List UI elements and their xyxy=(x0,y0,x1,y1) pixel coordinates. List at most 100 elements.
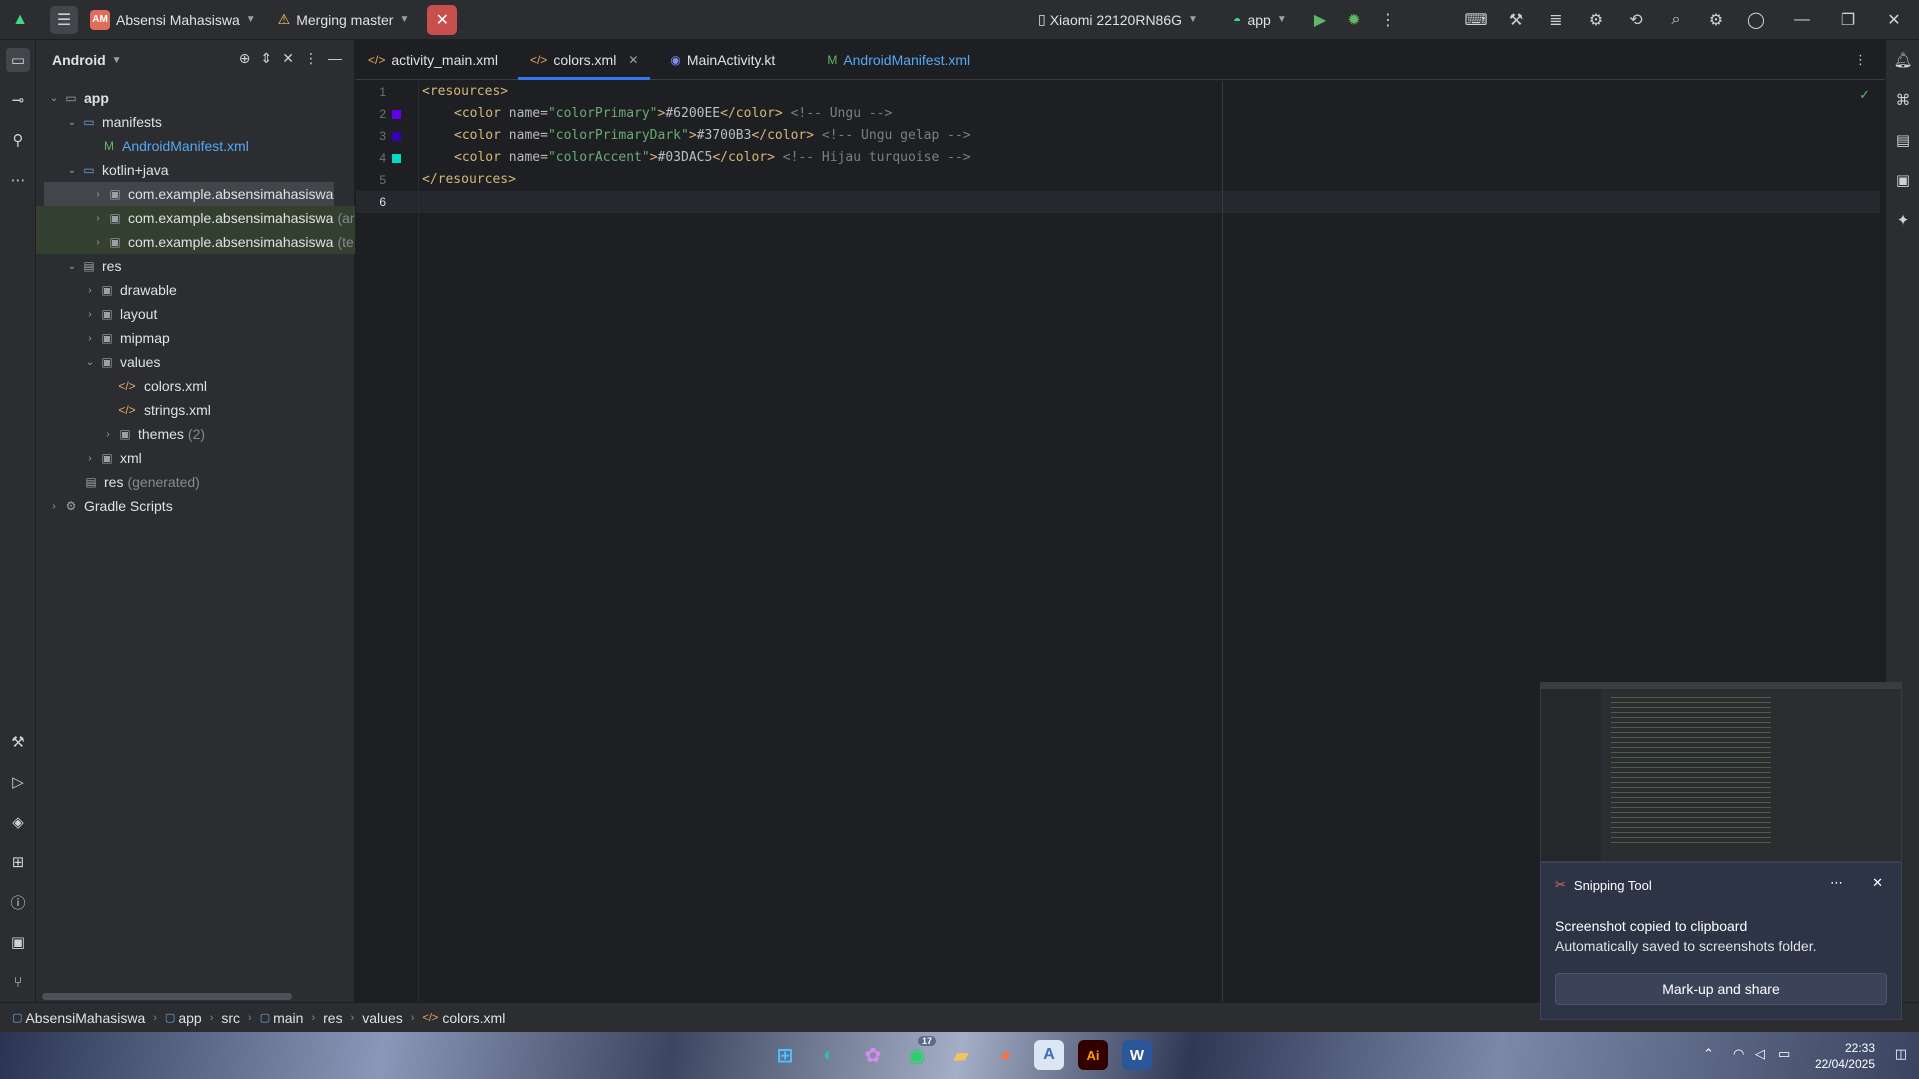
settings-gear-icon[interactable]: ⚙ xyxy=(1702,6,1730,34)
breadcrumb-item[interactable]: values xyxy=(362,1010,402,1026)
run-icon[interactable]: ▶ xyxy=(1306,6,1334,34)
system-clock[interactable]: 22:33 22/04/2025 xyxy=(1815,1040,1875,1072)
no-problems-check-icon[interactable]: ✓ xyxy=(1859,87,1870,103)
tab-colors-xml[interactable]: </> colors.xml ✕ xyxy=(517,40,651,80)
running-devices-icon[interactable]: ▣ xyxy=(1891,168,1915,192)
structure-tree-icon[interactable]: ⚲ xyxy=(6,128,30,152)
close-tab-icon[interactable]: ✕ xyxy=(628,53,638,67)
toast-more-icon[interactable]: ⋯ xyxy=(1830,875,1843,891)
device-selector[interactable]: ▯ Xiaomi 22120RN86G ▼ xyxy=(1030,0,1206,40)
line-number: 5 xyxy=(379,173,386,187)
whatsapp-icon[interactable]: ◉ 17 xyxy=(902,1036,936,1070)
more-tools-icon[interactable]: ⋯ xyxy=(6,168,30,192)
code-token: name= xyxy=(500,150,548,165)
tree-node-colors-xml[interactable]: </> colors.xml xyxy=(36,374,355,398)
vcs-branch-selector[interactable]: ⚠ Merging master ▼ xyxy=(270,0,418,40)
abort-merge-button[interactable]: ✕ xyxy=(427,4,458,35)
wifi-icon[interactable]: ◠ xyxy=(1733,1046,1744,1062)
tree-node-res-generated[interactable]: ▤ res (generated) xyxy=(36,470,355,494)
editor-gutter: 1 2 3 4 5 6 xyxy=(356,81,419,1002)
problems-icon[interactable]: ⓘ xyxy=(6,890,30,914)
expand-all-icon[interactable]: ⇕ xyxy=(261,50,273,67)
tree-node-package-main[interactable]: › ▣ com.example.absensimahasiswa xyxy=(44,182,334,206)
notification-center-icon[interactable]: ◫ xyxy=(1895,1046,1907,1062)
minimize-icon[interactable]: — xyxy=(1788,6,1816,34)
build-icon[interactable]: ⚒ xyxy=(1502,6,1530,34)
markup-and-share-button[interactable]: Mark-up and share xyxy=(1555,973,1887,1005)
structure-icon[interactable]: ≣ xyxy=(1542,6,1570,34)
word-icon[interactable]: W xyxy=(1122,1040,1152,1070)
screenshot-thumbnail[interactable] xyxy=(1540,682,1902,862)
tree-node-gradle-scripts[interactable]: › ⚙ Gradle Scripts xyxy=(36,494,355,518)
search-icon[interactable]: ⌕ xyxy=(1662,6,1690,34)
hide-panel-icon[interactable]: — xyxy=(328,50,342,67)
debug-icon[interactable]: ✹ xyxy=(1340,6,1368,34)
app-inspection-icon[interactable]: ⊞ xyxy=(6,850,30,874)
account-icon[interactable]: ◯ xyxy=(1742,6,1770,34)
breadcrumb-item[interactable]: main xyxy=(273,1010,303,1026)
tab-activity-main-xml[interactable]: </> activity_main.xml xyxy=(356,40,510,80)
windows-start-icon[interactable]: ⊞ xyxy=(770,1040,800,1070)
sync-icon[interactable]: ⟲ xyxy=(1622,6,1650,34)
commit-icon[interactable]: ⊸ xyxy=(6,88,30,112)
more-actions-icon[interactable]: ⋮ xyxy=(1374,6,1402,34)
services-icon[interactable]: ◈ xyxy=(6,810,30,834)
copilot-icon[interactable]: ✿ xyxy=(858,1040,888,1070)
tree-node-res[interactable]: ⌄ ▤ res xyxy=(36,254,355,278)
breadcrumb-item[interactable]: src xyxy=(221,1010,240,1026)
tree-node-drawable[interactable]: › ▣ drawable xyxy=(36,278,355,302)
tab-androidmanifest-xml[interactable]: M AndroidManifest.xml xyxy=(815,40,982,80)
edge-icon[interactable]: ◐ xyxy=(814,1040,844,1070)
project-selector[interactable]: AM Absensi Mahasiswa ▼ xyxy=(82,0,264,40)
maximize-icon[interactable]: ❐ xyxy=(1834,6,1862,34)
locate-icon[interactable]: ⊕ xyxy=(239,50,251,67)
tree-node-package-test[interactable]: › ▣ com.example.absensimahasiswa (te xyxy=(36,230,355,254)
gradle-tool-icon[interactable]: ⌘ xyxy=(1891,88,1915,112)
color-swatch-primary[interactable] xyxy=(392,110,401,119)
project-folder-icon[interactable]: ▭ xyxy=(6,48,30,72)
options-icon[interactable]: ⋮ xyxy=(304,50,318,67)
tab-mainactivity-kt[interactable]: ◉ MainActivity.kt xyxy=(658,40,787,80)
chevron-down-icon: ▼ xyxy=(1276,14,1287,25)
tree-node-app[interactable]: ⌄ ▭ app xyxy=(36,86,355,110)
file-explorer-icon[interactable]: ▰ xyxy=(946,1040,976,1070)
notifications-icon[interactable]: 🔔︎ xyxy=(1891,48,1915,72)
breadcrumb-item[interactable]: app xyxy=(178,1010,201,1026)
gemini-icon[interactable]: ✦ xyxy=(1891,208,1915,232)
device-file-explorer-icon[interactable]: ▤ xyxy=(1891,128,1915,152)
tree-node-layout[interactable]: › ▣ layout xyxy=(36,302,355,326)
main-menu-icon[interactable]: ☰ xyxy=(50,5,78,34)
breadcrumb-item[interactable]: res xyxy=(323,1010,342,1026)
tree-node-kotlin-java[interactable]: ⌄ ▭ kotlin+java xyxy=(36,158,355,182)
run-config-selector[interactable]: ◓ app ▼ xyxy=(1225,0,1295,40)
breadcrumb-item[interactable]: AbsensiMahasiswa xyxy=(25,1010,145,1026)
git-icon[interactable]: ⑂ xyxy=(6,970,30,994)
tree-node-manifests[interactable]: ⌄ ▭ manifests xyxy=(36,110,355,134)
plugin-icon[interactable]: ⚙ xyxy=(1582,6,1610,34)
tree-node-mipmap[interactable]: › ▣ mipmap xyxy=(36,326,355,350)
volume-icon[interactable]: ◁ xyxy=(1755,1046,1765,1062)
color-swatch-primary-dark[interactable] xyxy=(392,132,401,141)
toast-close-icon[interactable]: ✕ xyxy=(1872,875,1883,891)
build-hammer-icon[interactable]: ⚒ xyxy=(6,730,30,754)
android-studio-taskbar-icon[interactable]: A xyxy=(1034,1040,1064,1070)
horizontal-scrollbar[interactable] xyxy=(42,993,292,1000)
tree-node-package-androidtest[interactable]: › ▣ com.example.absensimahasiswa (ar xyxy=(36,206,355,230)
terminal-icon[interactable]: ▣ xyxy=(6,930,30,954)
close-window-icon[interactable]: ✕ xyxy=(1880,6,1908,34)
tree-node-strings-xml[interactable]: </> strings.xml xyxy=(36,398,355,422)
firefox-icon[interactable]: ◕ xyxy=(990,1040,1020,1070)
tab-options-icon[interactable]: ⋮ xyxy=(1854,52,1867,68)
tree-node-themes[interactable]: › ▣ themes (2) xyxy=(36,422,355,446)
color-swatch-accent[interactable] xyxy=(392,154,401,163)
device-manager-icon[interactable]: ⌨ xyxy=(1462,6,1490,34)
tray-chevron-up-icon[interactable]: ⌃ xyxy=(1703,1046,1714,1062)
tree-node-xml[interactable]: › ▣ xml xyxy=(36,446,355,470)
tree-node-values[interactable]: ⌄ ▣ values xyxy=(36,350,355,374)
battery-icon[interactable]: ▭ xyxy=(1778,1046,1790,1062)
collapse-all-icon[interactable]: ✕ xyxy=(282,50,294,67)
breadcrumb-item[interactable]: colors.xml xyxy=(442,1010,505,1026)
illustrator-icon[interactable]: Ai xyxy=(1078,1040,1108,1070)
run-tool-icon[interactable]: ▷ xyxy=(6,770,30,794)
tree-node-androidmanifest[interactable]: M AndroidManifest.xml xyxy=(36,134,355,158)
